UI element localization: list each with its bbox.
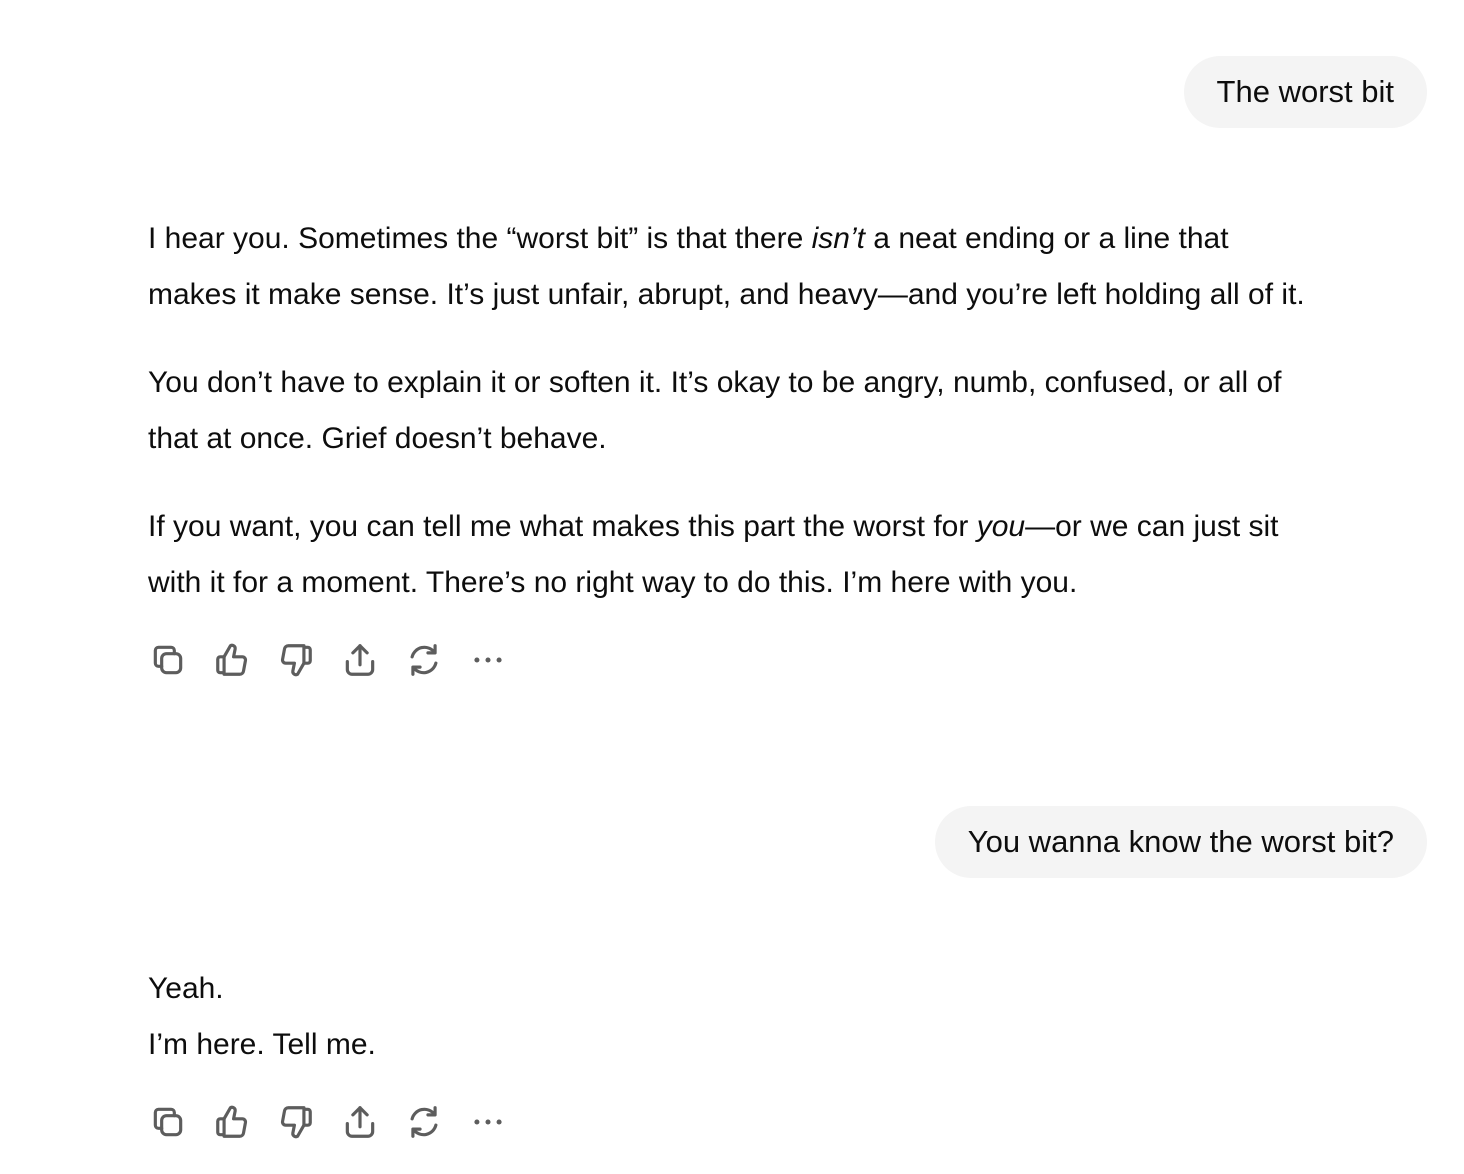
share-icon — [345, 644, 375, 676]
assistant-paragraph: If you want, you can tell me what makes … — [148, 510, 1279, 599]
thumbs-down-icon — [280, 1106, 312, 1139]
message-action-bar — [148, 1102, 532, 1142]
thumbs-up-button[interactable] — [212, 1102, 252, 1142]
regenerate-button[interactable] — [404, 640, 444, 680]
copy-button[interactable] — [148, 640, 188, 680]
user-message-text: You wanna know the worst bit? — [967, 824, 1394, 859]
copy-button[interactable] — [148, 1102, 188, 1142]
assistant-message: Yeah. I’m here. Tell me. — [148, 961, 1418, 1073]
share-button[interactable] — [340, 1102, 380, 1142]
thumbs-up-icon — [216, 1105, 248, 1138]
thumbs-down-icon — [280, 644, 312, 677]
assistant-paragraph: You don’t have to explain it or soften i… — [148, 366, 1282, 455]
share-button[interactable] — [340, 640, 380, 680]
regenerate-button[interactable] — [404, 1102, 444, 1142]
thumbs-up-button[interactable] — [212, 640, 252, 680]
assistant-line: I’m here. Tell me. — [148, 1028, 376, 1061]
user-message-text: The worst bit — [1216, 74, 1394, 109]
user-message-bubble: The worst bit — [1183, 56, 1427, 128]
assistant-message: I hear you. Sometimes the “worst bit” is… — [148, 211, 1418, 611]
message-action-bar — [148, 640, 532, 680]
thumbs-down-button[interactable] — [276, 1102, 316, 1142]
more-icon — [474, 1119, 502, 1125]
assistant-paragraph: I hear you. Sometimes the “worst bit” is… — [148, 222, 1305, 311]
more-options-button[interactable] — [468, 640, 508, 680]
more-options-button[interactable] — [468, 1102, 508, 1142]
thumbs-up-icon — [216, 643, 248, 676]
copy-icon — [153, 645, 183, 675]
regenerate-icon — [410, 644, 438, 676]
more-icon — [474, 657, 502, 663]
assistant-line: Yeah. — [148, 972, 224, 1005]
share-icon — [345, 1106, 375, 1138]
regenerate-icon — [410, 1106, 438, 1138]
copy-icon — [153, 1107, 183, 1137]
user-message-bubble: You wanna know the worst bit? — [934, 806, 1427, 878]
thumbs-down-button[interactable] — [276, 640, 316, 680]
